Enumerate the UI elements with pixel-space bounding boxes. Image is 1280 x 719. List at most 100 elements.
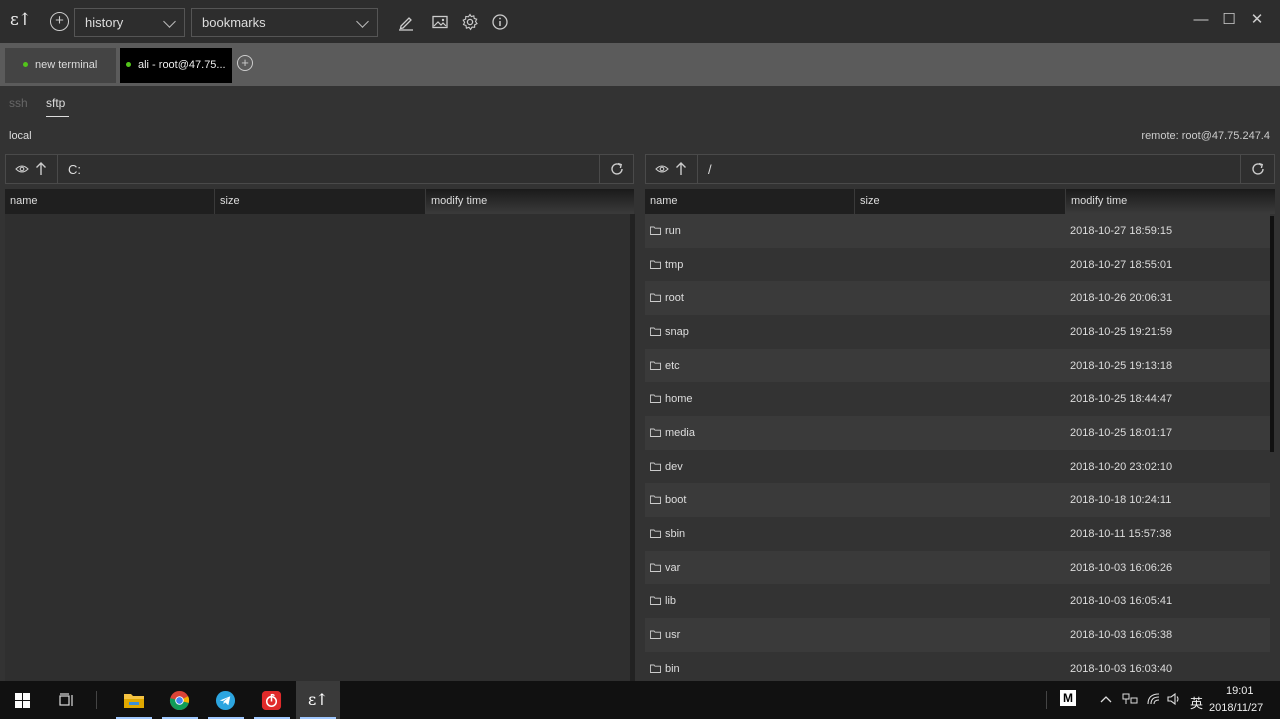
status-dot: [23, 62, 28, 67]
folder-icon: [650, 260, 661, 269]
file-row[interactable]: boot 2018-10-18 10:24:11: [645, 483, 1270, 517]
taskbar-file-explorer[interactable]: [112, 681, 156, 719]
netease-music-icon: [261, 690, 282, 711]
image-icon[interactable]: [431, 13, 449, 31]
file-row[interactable]: tmp 2018-10-27 18:55:01: [645, 248, 1270, 282]
column-header-modify-time[interactable]: modify time: [426, 189, 634, 214]
file-row[interactable]: bin 2018-10-03 16:03:40: [645, 652, 1270, 681]
taskbar-netease-music[interactable]: [250, 681, 294, 719]
local-path-bar: C:: [5, 154, 634, 184]
taskbar-telegram[interactable]: [204, 681, 248, 719]
chevron-up-icon[interactable]: [1100, 694, 1112, 704]
folder-icon: [650, 664, 661, 673]
edit-icon[interactable]: [397, 13, 415, 31]
tab-ali-root[interactable]: ali - root@47.75...: [120, 48, 232, 83]
column-header-size[interactable]: size: [855, 189, 1066, 214]
column-header-modify-time[interactable]: modify time: [1066, 189, 1275, 214]
file-name: etc: [665, 360, 680, 372]
remote-table-header: name size modify time: [645, 189, 1275, 214]
info-icon[interactable]: [491, 13, 509, 31]
file-modify-time: 2018-10-25 19:13:18: [1070, 360, 1173, 372]
file-name: tmp: [665, 259, 684, 271]
column-header-size[interactable]: size: [215, 189, 426, 214]
gear-icon[interactable]: [461, 13, 479, 31]
file-modify-time: 2018-10-03 16:05:41: [1070, 595, 1173, 607]
clock-time[interactable]: 19:01: [1226, 685, 1254, 697]
eye-icon[interactable]: [15, 164, 29, 174]
task-view-icon[interactable]: [59, 693, 75, 708]
column-header-name[interactable]: name: [645, 189, 855, 214]
taskbar-chrome[interactable]: [158, 681, 202, 719]
file-row[interactable]: media 2018-10-25 18:01:17: [645, 416, 1270, 450]
tray-m-icon[interactable]: M: [1060, 690, 1076, 706]
file-name: bin: [665, 663, 680, 675]
add-icon[interactable]: +: [50, 12, 69, 31]
arrow-up-icon[interactable]: [35, 161, 47, 177]
taskbar-separator: [96, 691, 97, 709]
file-row[interactable]: root 2018-10-26 20:06:31: [645, 281, 1270, 315]
tab-ssh[interactable]: ssh: [9, 96, 28, 110]
start-icon[interactable]: [15, 693, 30, 708]
minimize-button[interactable]: —: [1192, 11, 1210, 29]
remote-path-input[interactable]: /: [708, 162, 712, 177]
bookmarks-dropdown[interactable]: bookmarks: [191, 8, 378, 37]
remote-refresh-button[interactable]: [1240, 155, 1274, 183]
tab-sftp[interactable]: sftp: [46, 96, 65, 110]
file-name: snap: [665, 326, 689, 338]
app-logo: ɛ↑: [10, 10, 32, 30]
file-name: home: [665, 393, 693, 405]
wifi-icon[interactable]: [1146, 692, 1162, 706]
active-tab-indicator: [46, 116, 69, 117]
add-tab-icon[interactable]: +: [237, 55, 253, 71]
folder-icon: [650, 495, 661, 504]
maximize-button[interactable]: ☐: [1220, 11, 1238, 29]
taskbar-electerm[interactable]: ɛ↑: [296, 681, 340, 719]
file-name: root: [665, 292, 684, 304]
file-modify-time: 2018-10-03 16:06:26: [1070, 562, 1173, 574]
folder-icon: [650, 563, 661, 572]
file-row[interactable]: lib 2018-10-03 16:05:41: [645, 584, 1270, 618]
file-name: lib: [665, 595, 677, 607]
arrow-up-icon[interactable]: [675, 161, 687, 177]
close-button[interactable]: ✕: [1248, 11, 1266, 29]
panel-splitter[interactable]: [630, 214, 635, 681]
volume-icon[interactable]: [1166, 692, 1182, 706]
file-row[interactable]: var 2018-10-03 16:06:26: [645, 551, 1270, 585]
remote-scrollbar[interactable]: [1270, 216, 1274, 452]
local-path-input[interactable]: C:: [68, 162, 81, 177]
status-dot: [126, 62, 131, 67]
file-row[interactable]: dev 2018-10-20 23:02:10: [645, 450, 1270, 484]
bookmarks-label: bookmarks: [202, 15, 266, 30]
file-row[interactable]: sbin 2018-10-11 15:57:38: [645, 517, 1270, 551]
column-header-name[interactable]: name: [5, 189, 215, 214]
file-row[interactable]: usr 2018-10-03 16:05:38: [645, 618, 1270, 652]
local-file-list[interactable]: [5, 214, 634, 681]
file-explorer-icon: [124, 694, 144, 708]
chevron-down-icon: [356, 15, 369, 28]
file-name: dev: [665, 461, 683, 473]
local-table-header: name size modify time: [5, 189, 634, 214]
file-modify-time: 2018-10-03 16:03:40: [1070, 663, 1173, 675]
file-row[interactable]: home 2018-10-25 18:44:47: [645, 382, 1270, 416]
tab-label: ali - root@47.75...: [138, 59, 226, 71]
clock-date[interactable]: 2018/11/27: [1209, 702, 1263, 714]
network-icon[interactable]: [1122, 692, 1138, 706]
file-row[interactable]: snap 2018-10-25 19:21:59: [645, 315, 1270, 349]
remote-path-controls: [646, 155, 698, 183]
chrome-icon: [169, 690, 190, 711]
ime-indicator[interactable]: 英: [1190, 693, 1203, 712]
file-modify-time: 2018-10-25 18:01:17: [1070, 427, 1173, 439]
tab-new-terminal[interactable]: new terminal: [5, 48, 116, 83]
history-dropdown[interactable]: history: [74, 8, 185, 37]
remote-label: remote: root@47.75.247.4: [1141, 130, 1270, 142]
folder-icon: [650, 529, 661, 538]
local-refresh-button[interactable]: [599, 155, 633, 183]
file-modify-time: 2018-10-27 18:59:15: [1070, 225, 1173, 237]
eye-icon[interactable]: [655, 164, 669, 174]
refresh-icon: [611, 162, 623, 175]
file-row[interactable]: run 2018-10-27 18:59:15: [645, 214, 1270, 248]
remote-path-bar: /: [645, 154, 1275, 184]
file-row[interactable]: etc 2018-10-25 19:13:18: [645, 349, 1270, 383]
file-name: boot: [665, 494, 687, 506]
file-modify-time: 2018-10-11 15:57:38: [1070, 528, 1172, 540]
